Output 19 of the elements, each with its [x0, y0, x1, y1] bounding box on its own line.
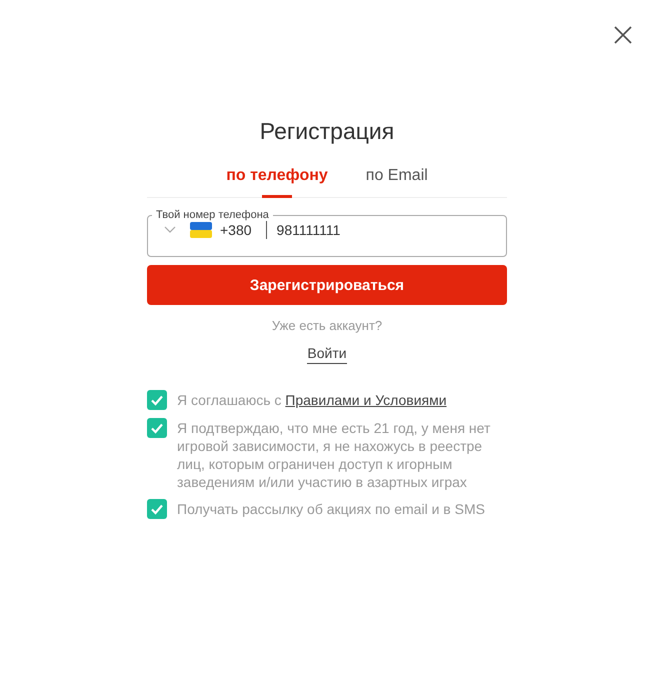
- field-label: Твой номер телефона: [155, 209, 270, 221]
- consent-text: Я соглашаюсь с Правилами и Условиями: [177, 391, 447, 409]
- tab[interactable]: по телефону: [226, 167, 328, 197]
- country-code: +380: [220, 221, 267, 239]
- checkbox[interactable]: [147, 418, 167, 438]
- account-prompt: Уже есть аккаунт?: [272, 318, 382, 333]
- consent-text: Получать рассылку об акциях по email и в SMS: [177, 500, 485, 518]
- checkbox[interactable]: [147, 390, 167, 410]
- phone-field[interactable]: Твой номер телефона +380 981111111: [147, 209, 507, 257]
- tab[interactable]: по Email: [366, 167, 428, 197]
- flag-icon: [190, 222, 212, 238]
- login-link[interactable]: Войти: [307, 345, 347, 364]
- consent-text: Я подтверждаю, что мне есть 21 год, у меня нет игровой зависимости, я не нахожусь в реестре лиц, которым ограничен доступ к игорным заведениям и/или участию в азартных играх: [177, 419, 492, 491]
- register-button[interactable]: Зарегистрироваться: [147, 265, 507, 305]
- chevron-down-icon[interactable]: [164, 226, 176, 234]
- terms-link[interactable]: Правилами и Условиями: [285, 392, 447, 408]
- dialog-title: Регистрация: [258, 118, 396, 145]
- checkbox[interactable]: [147, 499, 167, 519]
- close-icon[interactable]: [614, 26, 632, 44]
